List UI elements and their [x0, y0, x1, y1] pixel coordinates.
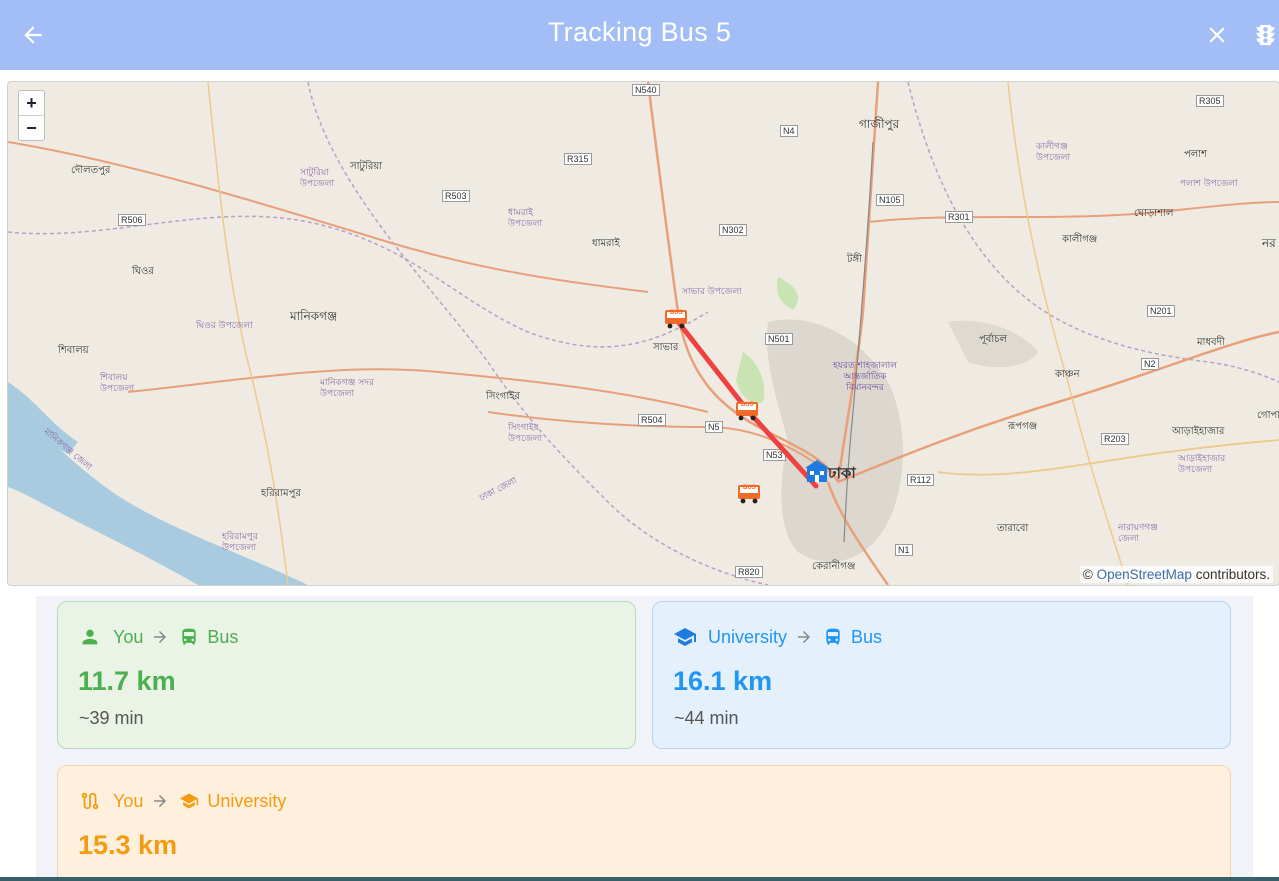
- close-icon: [1209, 27, 1225, 43]
- from-label: You: [113, 790, 144, 811]
- bus-marker-label: BUS: [741, 402, 754, 408]
- eta-value: ~44 min: [674, 708, 739, 728]
- map-attribution: © OpenStreetMap contributors.: [1079, 566, 1273, 583]
- zoom-control: + −: [18, 90, 45, 141]
- card-header: University Bus: [673, 625, 882, 649]
- bus-marker[interactable]: BUS: [737, 483, 761, 505]
- university-marker[interactable]: [803, 458, 831, 486]
- traffic-button[interactable]: [1252, 16, 1279, 54]
- distance-panel: You Bus 11.7 km ~39 min University Bus 1…: [36, 596, 1253, 881]
- arrow-right-icon: [795, 628, 813, 646]
- app-bar: Tracking Bus 5: [0, 0, 1279, 70]
- school-icon: [673, 625, 697, 649]
- university-marker-icon: [805, 460, 829, 482]
- to-label: Bus: [207, 626, 239, 647]
- card-header: You University: [78, 789, 286, 813]
- traffic-light-icon: [1256, 24, 1275, 46]
- zoom-in-button[interactable]: +: [19, 91, 44, 116]
- card-you-to-bus: You Bus 11.7 km ~39 min: [57, 601, 636, 749]
- bottom-edge: [0, 877, 1279, 881]
- bus-marker[interactable]: BUS: [735, 400, 759, 422]
- bus-marker[interactable]: BUS: [664, 308, 688, 330]
- route-overlay: [672, 315, 819, 489]
- distance-value: 15.3 km: [78, 830, 178, 860]
- card-you-to-university: You University 15.3 km: [57, 765, 1231, 881]
- copyright-symbol: ©: [1082, 567, 1093, 582]
- attribution-suffix: contributors.: [1191, 567, 1270, 582]
- route-icon: [78, 789, 102, 813]
- to-label: University: [207, 790, 287, 811]
- card-header: You Bus: [78, 625, 238, 649]
- bus-marker-label: BUS: [670, 310, 683, 316]
- bus-marker-label: BUS: [743, 485, 756, 491]
- zoom-out-button[interactable]: −: [19, 116, 44, 140]
- person-icon: [78, 625, 102, 649]
- eta-value: ~39 min: [79, 708, 144, 728]
- card-university-to-bus: University Bus 16.1 km ~44 min: [652, 601, 1231, 749]
- arrow-right-icon: [151, 792, 169, 810]
- arrow-right-icon: [151, 628, 169, 646]
- close-button[interactable]: [1198, 16, 1236, 54]
- distance-value: 16.1 km: [673, 666, 773, 696]
- osm-link[interactable]: OpenStreetMap: [1097, 567, 1192, 582]
- map-view[interactable]: গাজীপুর ঢাকা সাভার মানিকগঞ্জ ধামরাই টঙ্গ…: [7, 81, 1279, 586]
- to-label: Bus: [851, 626, 883, 647]
- page-title: Tracking Bus 5: [547, 17, 732, 47]
- bus-icon: [177, 625, 201, 649]
- bus-icon: [821, 625, 845, 649]
- distance-value: 11.7 km: [78, 666, 176, 696]
- from-label: You: [113, 626, 144, 647]
- school-icon: [177, 789, 201, 813]
- from-label: University: [708, 626, 788, 647]
